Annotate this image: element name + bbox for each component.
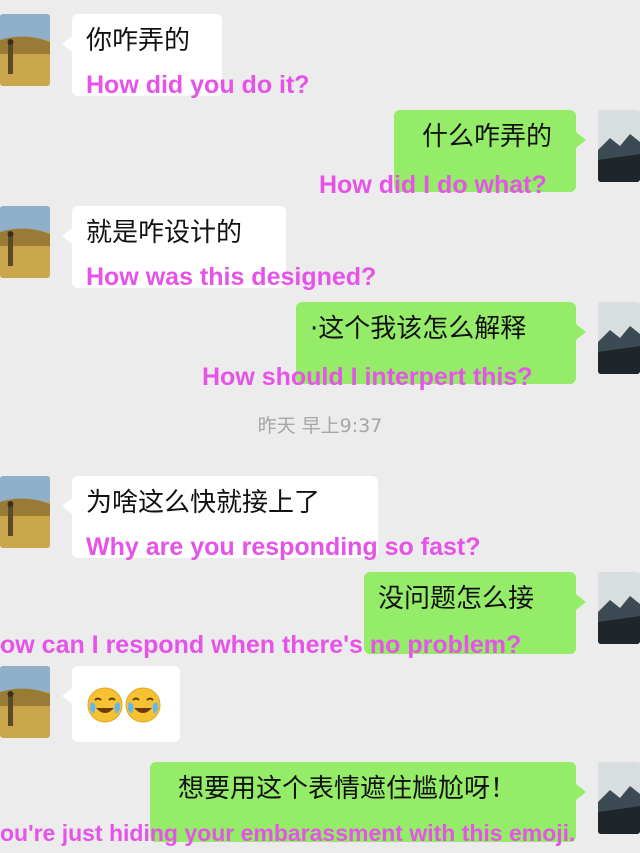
landscape-avatar-icon: [0, 14, 50, 86]
mountain-avatar-icon: [598, 572, 640, 644]
avatar-self[interactable]: [598, 572, 640, 644]
message-text: 为啥这么快就接上了: [86, 488, 321, 518]
translation-text: How did I do what?: [319, 171, 547, 199]
message-text: 什么咋弄的: [422, 122, 553, 152]
mountain-avatar-icon: [598, 302, 640, 374]
avatar-self[interactable]: [598, 762, 640, 834]
avatar-contact[interactable]: [0, 476, 50, 548]
timestamp: 昨天 早上9:37: [257, 415, 383, 437]
translation-text: Why are you responding so fast?: [86, 533, 481, 561]
translation-text: How should I interpert this?: [202, 363, 533, 391]
mountain-avatar-icon: [598, 110, 640, 182]
avatar-self[interactable]: [598, 110, 640, 182]
mountain-avatar-icon: [598, 762, 640, 834]
translation-text: How was this designed?: [86, 263, 377, 291]
translation-text: ou're just hiding your embarassment with…: [0, 820, 576, 846]
message-text: ·这个我该怎么解释: [310, 314, 527, 344]
translation-text: ow can I respond when there's no problem…: [0, 631, 522, 659]
message-bubble-incoming[interactable]: [62, 666, 180, 742]
avatar-contact[interactable]: [0, 14, 50, 86]
message-text: 你咋弄的: [86, 26, 191, 56]
landscape-avatar-icon: [0, 666, 50, 738]
message-text: 没问题怎么接: [378, 584, 535, 614]
chat-window: 你咋弄的 How did you do it? 什么咋弄的 How did I …: [0, 0, 640, 853]
crying-laughing-emoji: [87, 687, 123, 723]
crying-laughing-emoji: [125, 687, 161, 723]
message-text: 就是咋设计的: [86, 218, 243, 248]
landscape-avatar-icon: [0, 476, 50, 548]
avatar-self[interactable]: [598, 302, 640, 374]
landscape-avatar-icon: [0, 206, 50, 278]
avatar-contact[interactable]: [0, 206, 50, 278]
translation-text: How did you do it?: [86, 71, 310, 99]
message-text: 想要用这个表情遮住尴尬呀！: [178, 774, 517, 804]
avatar-contact[interactable]: [0, 666, 50, 738]
